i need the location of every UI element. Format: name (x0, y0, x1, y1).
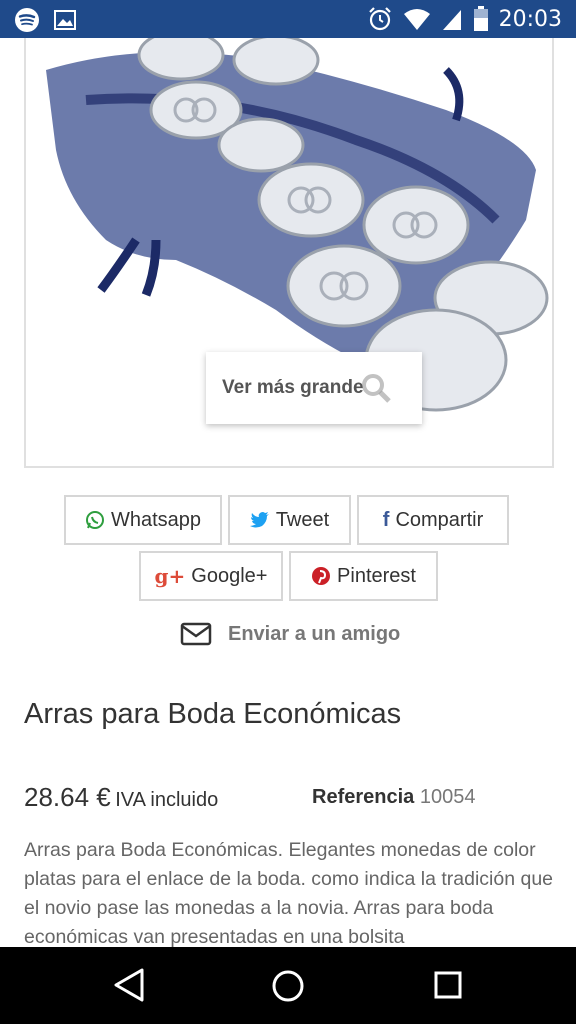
whatsapp-icon (85, 511, 104, 529)
status-bar: 20:03 (0, 0, 576, 38)
product-page[interactable]: Ver más grande Whatsapp Tweet f Comparti (0, 38, 576, 947)
googleplus-icon: g+ (154, 564, 186, 588)
whatsapp-label: Whatsapp (110, 508, 202, 531)
alarm-icon (368, 7, 391, 31)
pinterest-label: Pinterest (337, 564, 416, 587)
share-row-1: Whatsapp Tweet f Compartir (64, 495, 509, 545)
battery-icon (473, 6, 488, 31)
system-nav-bar (0, 947, 576, 1024)
reference: Referencia 10054 (312, 786, 475, 809)
tax-note: IVA incluido (115, 789, 219, 811)
home-icon[interactable] (271, 969, 305, 1003)
googleplus-label: Google+ (191, 564, 268, 587)
twitter-icon (249, 512, 269, 528)
pinterest-share-button[interactable]: Pinterest (289, 551, 438, 601)
reference-value: 10054 (419, 786, 476, 808)
wifi-icon (403, 9, 430, 30)
tweet-label: Tweet (275, 508, 330, 531)
product-image[interactable]: Ver más grande (24, 38, 554, 468)
product-description: Arras para Boda Económicas. Elegantes mo… (24, 839, 554, 947)
facebook-share-button[interactable]: f Compartir (357, 495, 509, 545)
share-row-2: g+ Google+ Pinterest (139, 551, 438, 601)
envelope-icon (180, 622, 212, 646)
spotify-icon (15, 8, 39, 32)
recents-icon[interactable] (434, 971, 462, 999)
product-title: Arras para Boda Económicas (24, 698, 402, 730)
magnifier-icon (362, 374, 391, 403)
pinterest-icon (312, 567, 331, 585)
clock: 20:03 (498, 6, 562, 32)
compartir-label: Compartir (395, 508, 484, 531)
send-to-friend-label: Enviar a un amigo (228, 622, 401, 645)
image-icon (54, 10, 76, 30)
view-larger-label: Ver más grande (222, 377, 364, 398)
view-larger-button[interactable]: Ver más grande (206, 352, 422, 424)
back-icon[interactable] (112, 967, 146, 1003)
facebook-icon: f (382, 508, 390, 531)
googleplus-share-button[interactable]: g+ Google+ (139, 551, 283, 601)
signal-icon (442, 10, 461, 30)
product-price: 28.64 € (24, 782, 111, 812)
tweet-button[interactable]: Tweet (228, 495, 351, 545)
reference-label: Referencia (312, 786, 415, 808)
whatsapp-share-button[interactable]: Whatsapp (64, 495, 222, 545)
price-row: 28.64 € IVA incluido Referencia 10054 (24, 782, 554, 813)
send-to-friend-link[interactable]: Enviar a un amigo (180, 622, 400, 646)
